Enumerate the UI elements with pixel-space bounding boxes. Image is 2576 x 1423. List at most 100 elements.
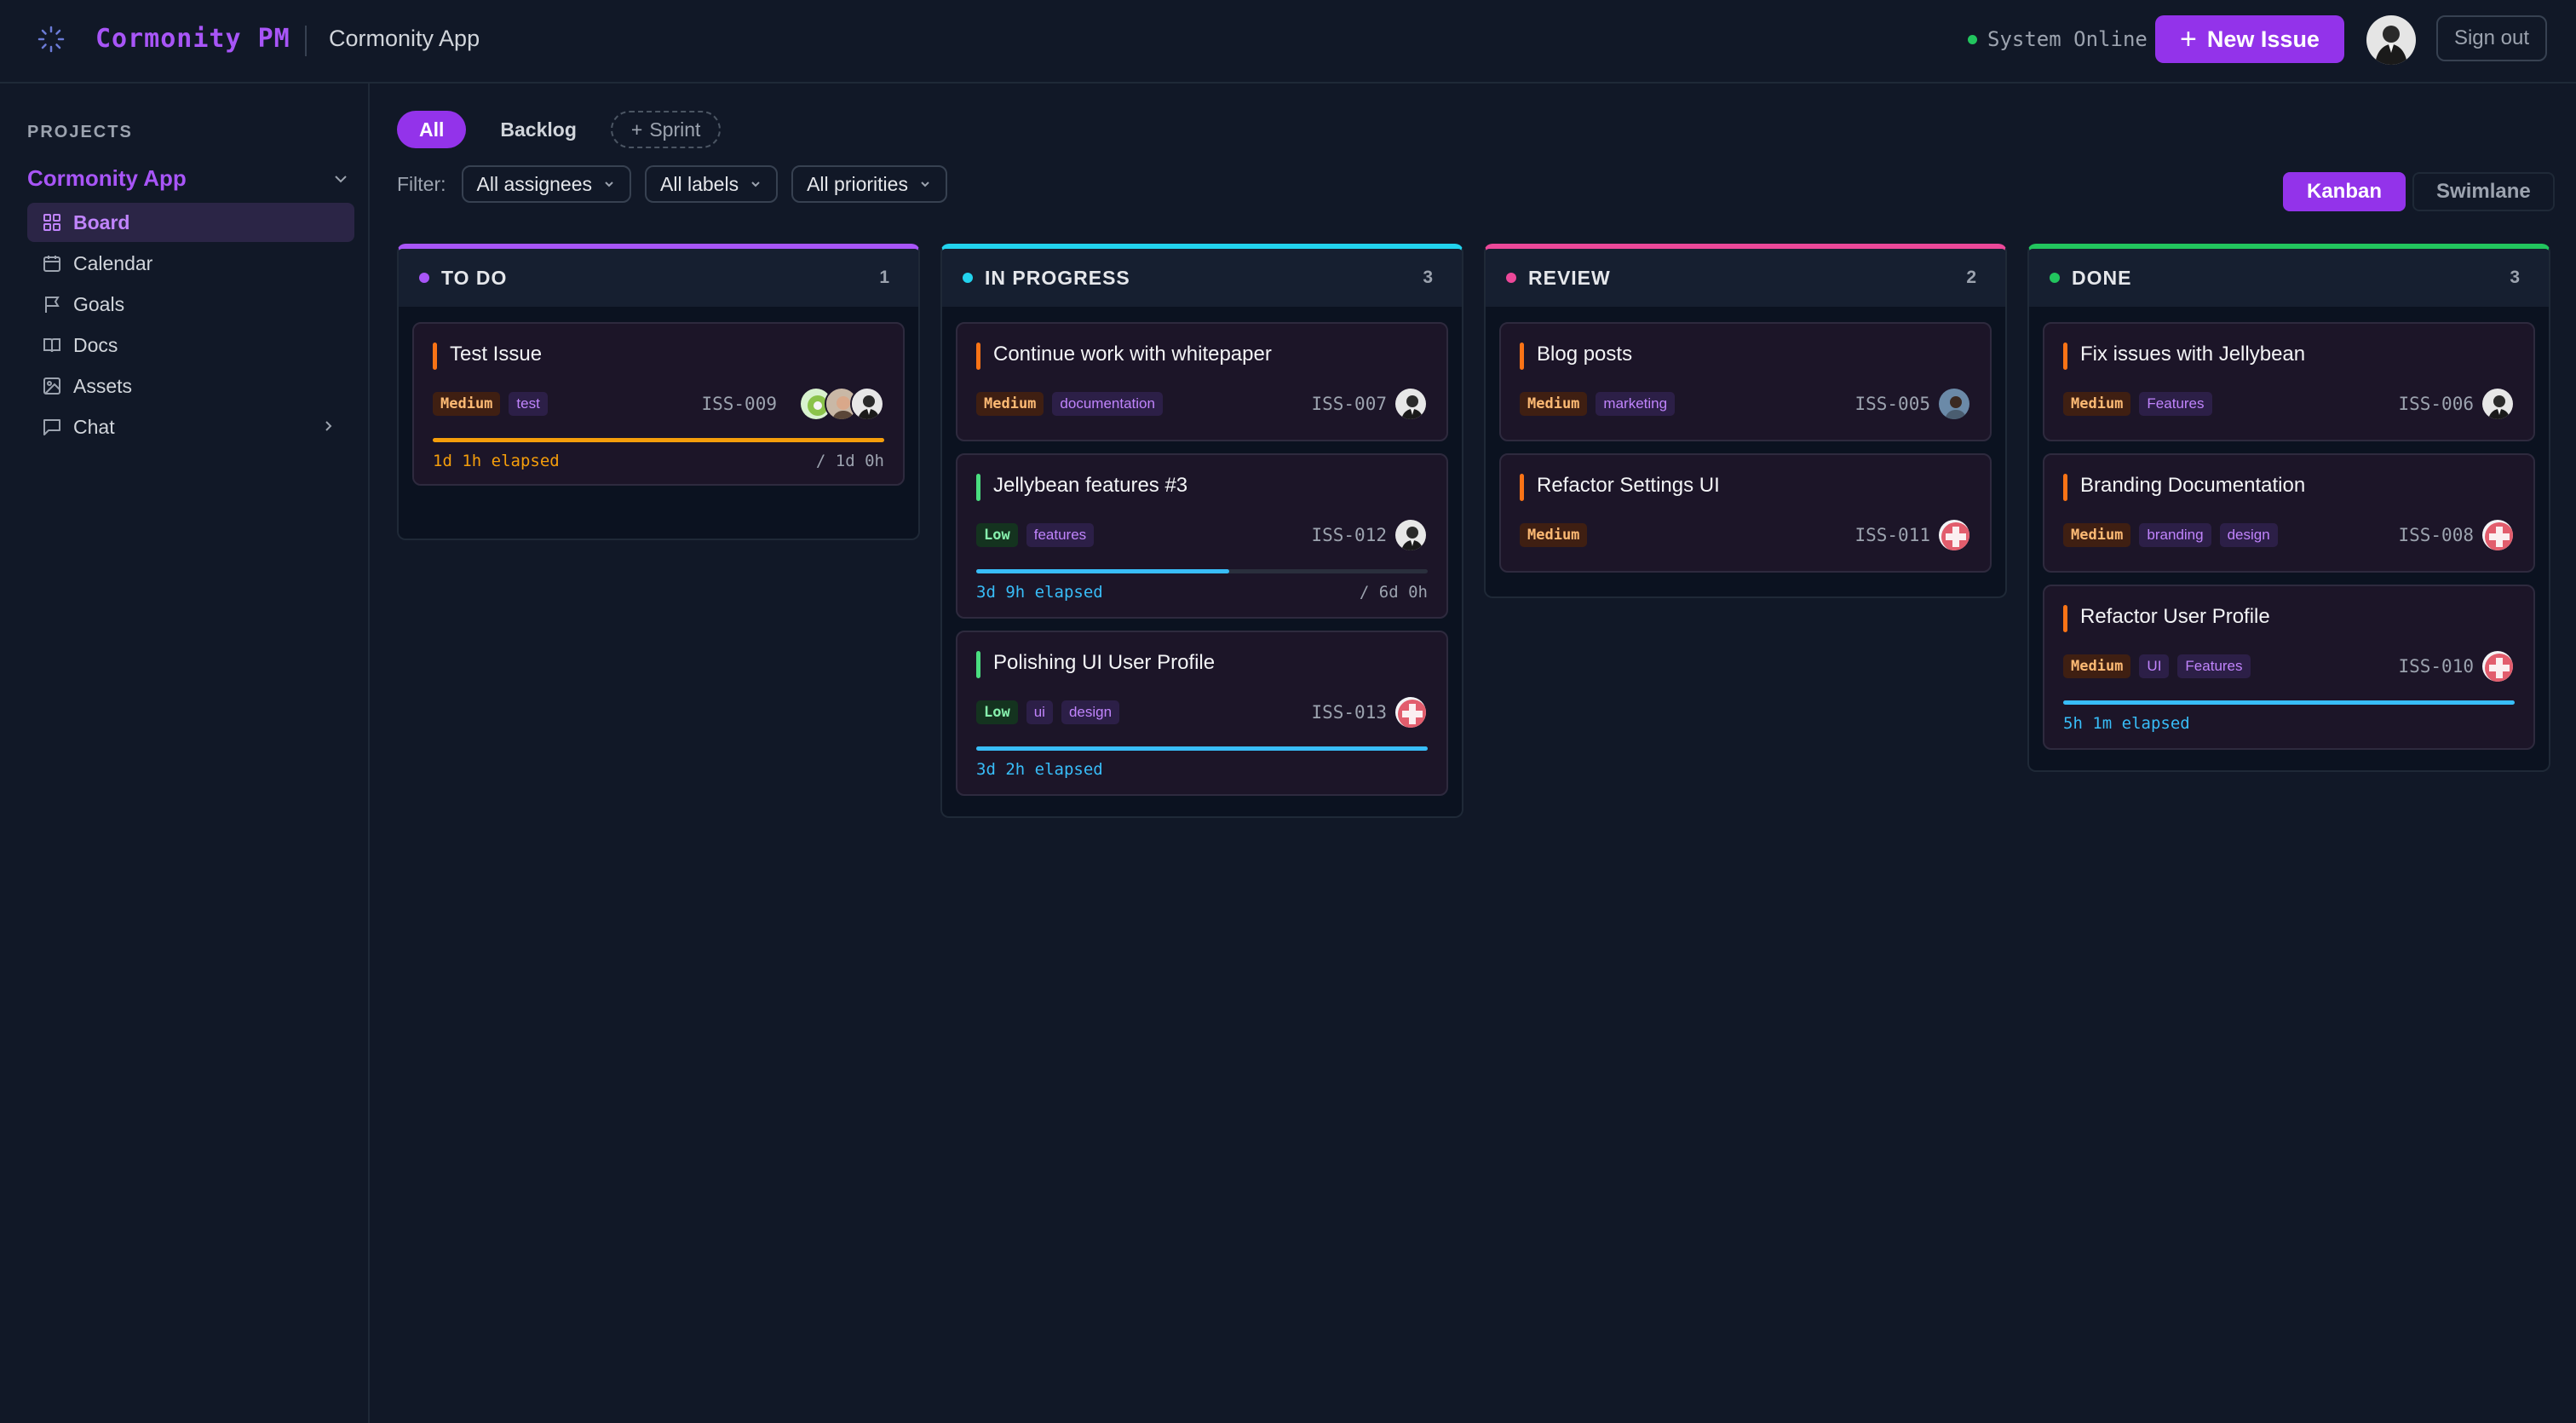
plus-icon: + (2180, 23, 2197, 55)
add-sprint-button[interactable]: + Sprint (610, 111, 722, 148)
status-dot-icon (1968, 34, 1977, 44)
issue-tags: Medium branding design (2063, 523, 2278, 547)
assignee-avatar[interactable] (1394, 695, 1428, 729)
assignee-avatar[interactable] (850, 387, 884, 421)
tab-all[interactable]: All (397, 111, 467, 148)
avatar-person-icon (2366, 15, 2416, 65)
issue-card[interactable]: Continue work with whitepaper Medium doc… (956, 322, 1448, 441)
time-progress-bar (433, 438, 884, 442)
priority-badge: Medium (1520, 392, 1588, 416)
column-header: DONE 3 (2029, 249, 2549, 307)
issue-tags: Medium test (433, 392, 548, 416)
estimated-time: / 6d 0h (1359, 583, 1428, 602)
label-filter[interactable]: All labels (645, 165, 779, 203)
logo-icon[interactable] (36, 24, 66, 55)
assignee-avatars (1394, 518, 1428, 552)
filter-bar: Filter: All assignees All labels All pri… (397, 165, 947, 203)
issue-id: ISS-011 (1854, 525, 1930, 545)
book-icon (43, 338, 60, 353)
label-tag: documentation (1052, 392, 1163, 416)
assignee-avatar[interactable] (2481, 518, 2515, 552)
issue-title: Jellybean features #3 (993, 474, 1188, 497)
issue-tags: Medium marketing (1520, 392, 1676, 416)
priority-badge: Medium (1520, 523, 1588, 547)
elapsed-time: 3d 2h elapsed (976, 760, 1103, 779)
issue-card[interactable]: Jellybean features #3 Low features ISS-0… (956, 453, 1448, 619)
label-tag: Features (2139, 392, 2212, 416)
new-issue-button[interactable]: + New Issue (2155, 15, 2344, 63)
flag-icon (45, 297, 60, 313)
sidebar-item-goals[interactable]: Goals (27, 285, 354, 324)
priority-badge: Medium (976, 392, 1044, 416)
label-tag: Features (2177, 654, 2251, 678)
time-progress-bar (2063, 700, 2515, 705)
assignee-filter[interactable]: All assignees (461, 165, 632, 203)
sidebar-project-selector[interactable]: Cormonity App (27, 165, 351, 192)
sign-out-button[interactable]: Sign out (2436, 15, 2547, 61)
priority-badge: Medium (2063, 392, 2131, 416)
column-dot-icon (963, 273, 973, 283)
chat-icon (43, 419, 60, 435)
issue-id: ISS-007 (1311, 394, 1387, 414)
sidebar-project-name: Cormonity App (27, 165, 187, 191)
assignee-avatar[interactable] (1394, 387, 1428, 421)
issue-tags: Low features (976, 523, 1095, 547)
sidebar-item-assets[interactable]: Assets (27, 366, 354, 406)
assignee-avatar[interactable] (1937, 518, 1971, 552)
column-title: IN PROGRESS (985, 266, 1130, 289)
sidebar-item-label: Board (73, 210, 130, 233)
issue-card[interactable]: Fix issues with Jellybean Medium Feature… (2043, 322, 2535, 441)
assignee-avatars (2481, 387, 2515, 421)
issue-id: ISS-006 (2398, 394, 2474, 414)
assignee-avatar[interactable] (2481, 387, 2515, 421)
assignee-avatar[interactable] (1937, 387, 1971, 421)
priority-bar (1520, 343, 1524, 370)
tab-backlog[interactable]: Backlog (478, 111, 598, 148)
assignee-avatars (1937, 387, 1971, 421)
priority-bar (2063, 605, 2067, 632)
assignee-avatar[interactable] (2481, 649, 2515, 683)
time-progress-bar (976, 746, 1428, 751)
assignee-avatar[interactable] (1394, 518, 1428, 552)
column-count: 2 (1966, 268, 1976, 287)
issue-tags: Medium UI Features (2063, 654, 2251, 678)
sidebar-item-calendar[interactable]: Calendar (27, 244, 354, 283)
column-dot-icon (2050, 273, 2060, 283)
view-toggle: Kanban Swimlane (2283, 172, 2555, 211)
swimlane-view-button[interactable]: Swimlane (2412, 172, 2555, 211)
label-tag: design (2219, 523, 2278, 547)
chevron-down-icon (751, 181, 760, 187)
column-in-progress: IN PROGRESS 3 Continue work with whitepa… (940, 244, 1463, 818)
issue-card[interactable]: Refactor Settings UI Medium ISS-011 (1499, 453, 1992, 573)
brand-name[interactable]: Cormonity PM (95, 24, 290, 54)
sidebar-heading: PROJECTS (27, 123, 133, 141)
label-tag: test (509, 392, 548, 416)
priority-filter[interactable]: All priorities (791, 165, 947, 203)
issue-title: Branding Documentation (2080, 474, 2306, 497)
label-tag: design (1061, 700, 1120, 724)
issue-card[interactable]: Polishing UI User Profile Low ui design … (956, 631, 1448, 796)
issue-card[interactable]: Test Issue Medium test ISS-009 1d 1h ela… (412, 322, 905, 486)
filter-label: Filter: (397, 172, 446, 195)
assignee-avatars (1394, 695, 1428, 729)
issue-id: ISS-010 (2398, 656, 2474, 677)
sidebar-item-board[interactable]: Board (27, 203, 354, 242)
board-tabs: All Backlog + Sprint (397, 111, 722, 148)
user-avatar[interactable] (2366, 15, 2416, 65)
sidebar-item-chat[interactable]: Chat (27, 407, 354, 446)
sidebar-item-docs[interactable]: Docs (27, 326, 354, 365)
kanban-view-button[interactable]: Kanban (2283, 172, 2406, 211)
issue-card[interactable]: Blog posts Medium marketing ISS-005 (1499, 322, 1992, 441)
chevron-right-icon (325, 421, 332, 431)
issue-card[interactable]: Branding Documentation Medium branding d… (2043, 453, 2535, 573)
priority-bar (2063, 474, 2067, 501)
calendar-icon (43, 256, 60, 272)
header-divider (305, 26, 307, 56)
sidebar-item-label: Goals (73, 292, 125, 315)
column-title: TO DO (441, 266, 508, 289)
issue-card[interactable]: Refactor User Profile Medium UI Features… (2043, 585, 2535, 750)
assignee-avatars (2481, 518, 2515, 552)
column-dot-icon (419, 273, 429, 283)
issue-tags: Medium Features (2063, 392, 2212, 416)
issue-title: Continue work with whitepaper (993, 343, 1272, 366)
